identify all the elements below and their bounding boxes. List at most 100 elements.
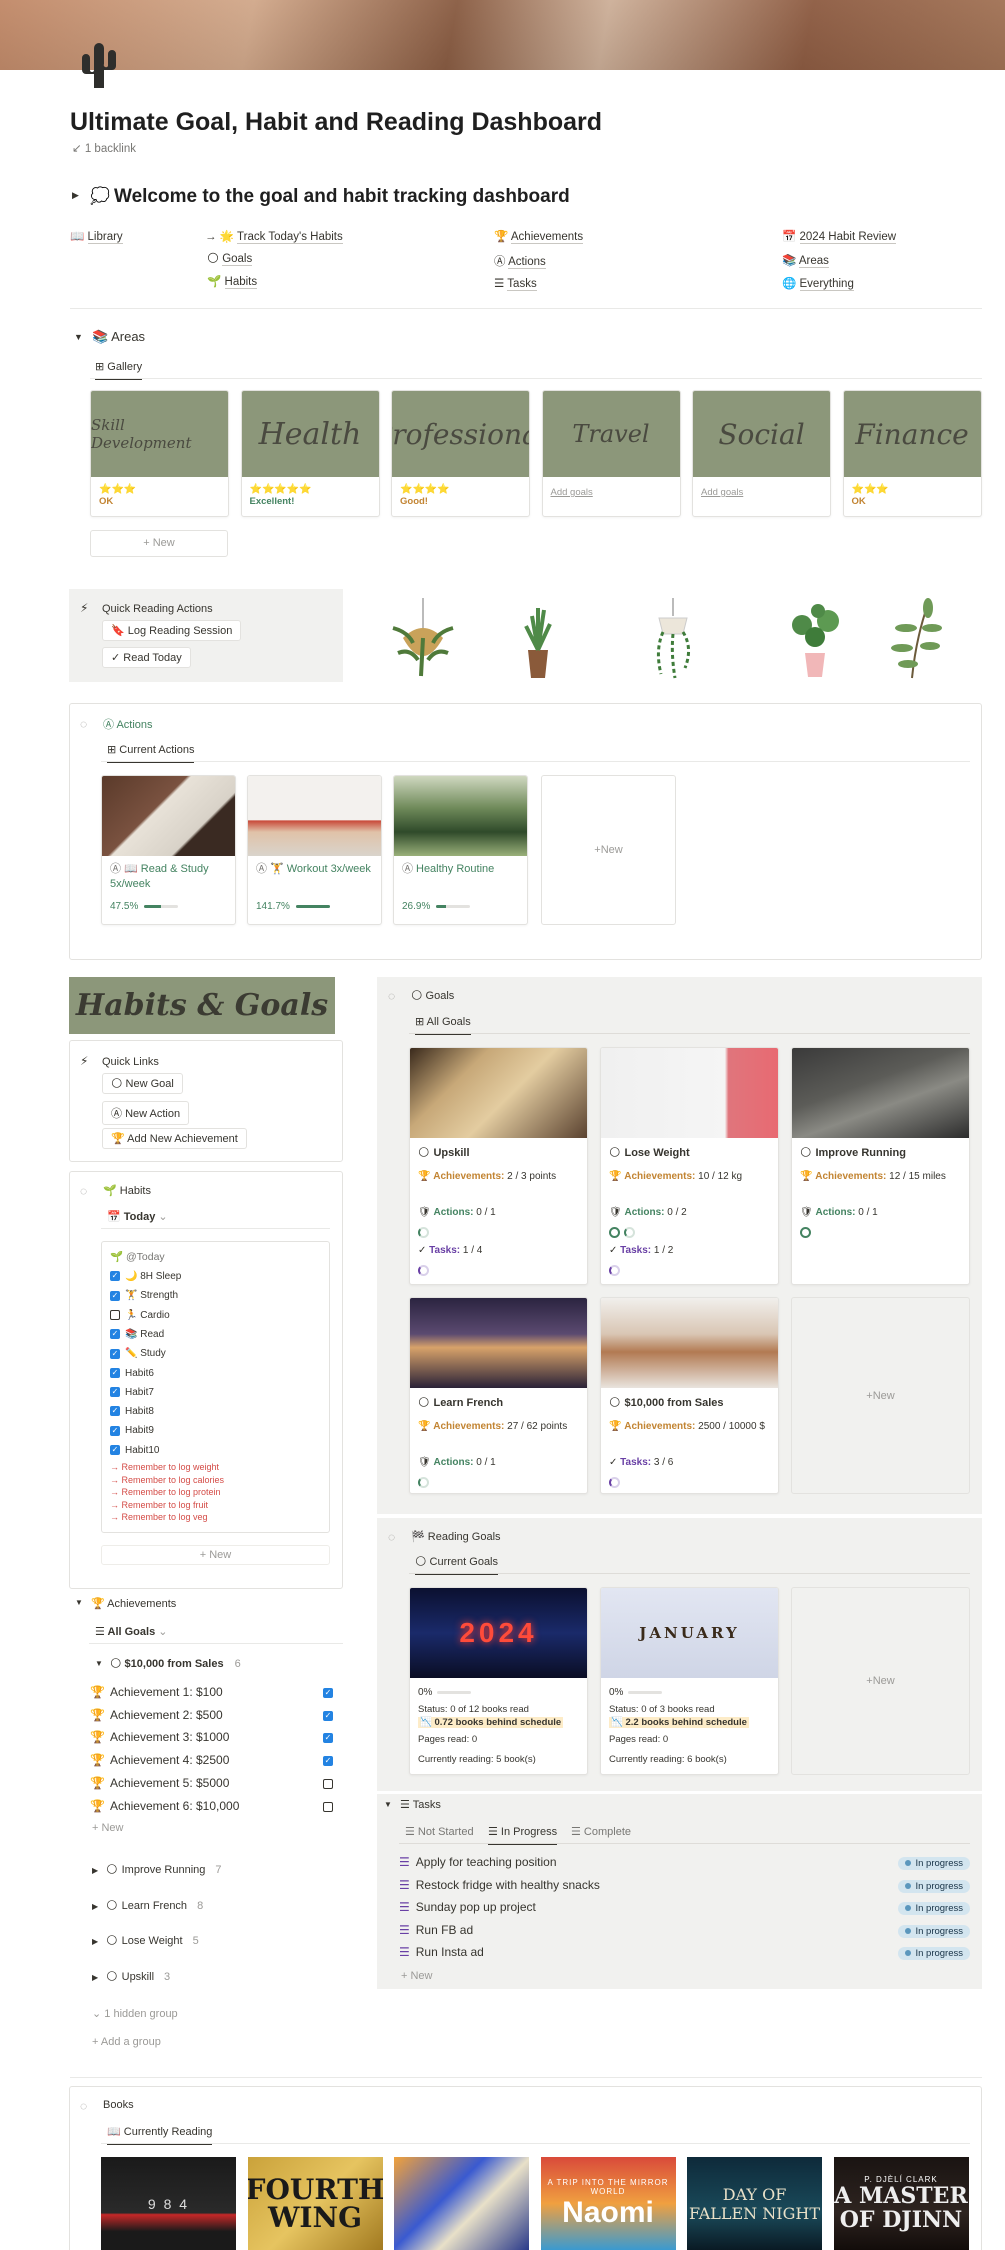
reading-goal-card[interactable]: 2024 0% Status: 0 of 12 books read 📉 0.72 b… xyxy=(409,1587,588,1775)
action-card[interactable]: Ⓐ Healthy Routine 26.9% xyxy=(393,775,528,925)
book-cover[interactable]: 9 8 4 xyxy=(101,2157,236,2250)
habit-item[interactable]: ✓ Habit6 xyxy=(110,1368,154,1379)
area-card[interactable]: Professional ⭐⭐⭐⭐Good! xyxy=(391,390,530,517)
book-cover[interactable]: DAY OF FALLEN NIGHT xyxy=(687,2157,822,2250)
achievement-item[interactable]: 🏆 Achievement 5: $5000 xyxy=(90,1776,338,1790)
book-cover[interactable]: FOURTH WING xyxy=(247,2157,383,2250)
book-cover[interactable] xyxy=(394,2157,529,2250)
area-card[interactable]: Health ⭐⭐⭐⭐⭐ Excellent! xyxy=(240,390,380,517)
action-card[interactable]: Ⓐ 📖 Read & Study 5x/week 47.5% xyxy=(101,775,236,925)
habit-checkbox[interactable]: ✓ xyxy=(110,1271,120,1282)
habit-item[interactable]: ✓ 🌙 8H Sleep xyxy=(110,1271,181,1282)
group-header[interactable]: 🌕 $10,000 from Sales 6 xyxy=(110,1657,241,1670)
new-goal-card[interactable]: + New xyxy=(791,1297,970,1494)
goal-card[interactable]: 🌕 Lose Weight 🏆 Achievements: 10 / 12 kg 🛡 … xyxy=(600,1047,779,1285)
achievement-item[interactable]: 🏆 Achievement 2: $500 ✓ xyxy=(90,1708,338,1722)
new-area-button[interactable]: + New xyxy=(90,530,228,557)
habit-checkbox[interactable]: ✓ xyxy=(110,1406,120,1417)
habit-checkbox[interactable]: ✓ xyxy=(110,1445,120,1456)
tab-complete[interactable]: ☰ Complete xyxy=(571,1825,631,1843)
achievement-checkbox[interactable] xyxy=(323,1778,333,1789)
achievement-checkbox[interactable]: ✓ xyxy=(323,1688,333,1698)
habit-item[interactable]: ✓ ✏️ Study xyxy=(110,1348,166,1359)
group-toggle-icon[interactable]: ▶ xyxy=(92,1866,98,1875)
nav-areas[interactable]: 📚 Areas xyxy=(782,253,829,268)
new-achievement-button[interactable]: + New xyxy=(92,1822,124,1834)
achievement-group[interactable]: ▶ 🌕 Upskill 3 xyxy=(92,1970,170,1983)
achievement-item[interactable]: 🏆 Achievement 6: $10,000 xyxy=(90,1799,338,1813)
nav-library[interactable]: 📖 Library xyxy=(70,229,123,244)
toggle-arrow-icon[interactable]: ▼ xyxy=(75,1598,83,1607)
area-card[interactable]: Finance ⭐⭐⭐ OK xyxy=(842,390,982,517)
toggle-arrow-icon[interactable]: ▶ xyxy=(72,190,79,201)
achievement-item[interactable]: 🏆 Achievement 1: $100 ✓ xyxy=(90,1685,338,1699)
new-task-button[interactable]: + New xyxy=(401,1970,433,1982)
habit-item[interactable]: ✓ Habit9 xyxy=(110,1425,154,1436)
group-toggle-icon[interactable]: ▼ xyxy=(95,1659,103,1668)
tab-currently-reading[interactable]: 📖 Currently Reading xyxy=(107,2125,213,2145)
achievement-checkbox[interactable] xyxy=(323,1801,333,1812)
tab-not-started[interactable]: ☰ Not Started xyxy=(405,1825,474,1843)
add-achievement-button[interactable]: 🏆 Add New Achievement xyxy=(102,1128,247,1149)
nav-actions[interactable]: Ⓐ Actions xyxy=(494,253,546,269)
nav-tasks[interactable]: ☰ Tasks xyxy=(494,276,537,291)
habit-checkbox[interactable]: ✓ xyxy=(110,1290,120,1301)
new-reading-goal-card[interactable]: + New xyxy=(791,1587,970,1775)
read-today-button[interactable]: ✓ Read Today xyxy=(102,647,191,668)
habit-item[interactable]: ✓ 📚 Read xyxy=(110,1329,164,1340)
nav-track-habits[interactable]: → 🌟 Track Today's Habits xyxy=(205,229,343,244)
achievement-item[interactable]: 🏆 Achievement 3: $1000 ✓ xyxy=(90,1730,338,1744)
task-row[interactable]: ☰ Sunday pop up project In progress xyxy=(399,1900,970,1920)
toggle-arrow-icon[interactable]: ▼ xyxy=(384,1800,392,1809)
backlink-link[interactable]: ↙ 1 backlink xyxy=(72,141,136,155)
tab-in-progress[interactable]: ☰ In Progress xyxy=(488,1825,558,1845)
habit-item[interactable]: 🏃 Cardio xyxy=(110,1310,170,1321)
nav-habits[interactable]: 🌱 Habits xyxy=(207,274,258,289)
area-card[interactable]: Skill Development ⭐⭐⭐ OK xyxy=(90,390,229,517)
achievements-view-select[interactable]: ☰ All Goals ⌄ xyxy=(95,1625,167,1638)
habit-checkbox[interactable]: ✓ xyxy=(110,1329,120,1340)
tab-current-actions[interactable]: ⊞ Current Actions xyxy=(107,743,195,763)
book-cover[interactable]: A TRIP INTO THE MIRROR WORLD Naomi xyxy=(540,2157,676,2250)
reading-goal-card[interactable]: JANUARY 0% Status: 0 of 3 books read 📉 2.2 … xyxy=(600,1587,779,1775)
achievement-group[interactable]: ▶ 🌕 Lose Weight 5 xyxy=(92,1934,199,1947)
habit-item[interactable]: ✓ Habit7 xyxy=(110,1387,154,1398)
achievement-checkbox[interactable]: ✓ xyxy=(323,1710,333,1721)
habit-item[interactable]: ✓ Habit10 xyxy=(110,1445,159,1456)
group-toggle-icon[interactable]: ▶ xyxy=(92,1973,98,1982)
nav-achievements[interactable]: 🏆 Achievements xyxy=(494,229,584,244)
task-row[interactable]: ☰ Run Insta ad In progress xyxy=(399,1945,970,1965)
area-card[interactable]: Social Add goals xyxy=(692,390,831,517)
achievement-group[interactable]: ▶ 🌕 Improve Running 7 xyxy=(92,1863,222,1876)
new-goal-button[interactable]: 🌕 New Goal xyxy=(102,1073,183,1094)
habit-checkbox[interactable]: ✓ xyxy=(110,1387,120,1398)
book-cover[interactable]: P. DJÈLÍ CLARK A MASTER OF DJINN xyxy=(833,2157,969,2250)
group-toggle-icon[interactable]: ▶ xyxy=(92,1902,98,1911)
goal-card[interactable]: 🌕 Learn French 🏆 Achievements: 27 / 62 poi… xyxy=(409,1297,588,1494)
habit-checkbox[interactable]: ✓ xyxy=(110,1425,120,1436)
nav-habit-review[interactable]: 📅 2024 Habit Review xyxy=(782,229,897,244)
achievement-checkbox[interactable]: ✓ xyxy=(323,1756,333,1767)
action-card[interactable]: Ⓐ 🏋 Workout 3x/week 141.7% xyxy=(247,775,382,925)
new-action-button[interactable]: Ⓐ New Action xyxy=(102,1101,190,1125)
tab-current-goals[interactable]: 🌕 Current Goals xyxy=(415,1555,499,1575)
habit-item[interactable]: ✓ Habit8 xyxy=(110,1406,154,1417)
goal-card[interactable]: 🌕 Improve Running 🏆 Achievements: 12 / 15 … xyxy=(791,1047,970,1285)
area-card[interactable]: Travel Add goals xyxy=(541,390,681,517)
achievement-group[interactable]: ▶ 🌕 Learn French 8 xyxy=(92,1899,203,1912)
hidden-group-toggle[interactable]: ⌄ 1 hidden group xyxy=(92,2007,178,2020)
toggle-arrow-icon[interactable]: ▼ xyxy=(74,332,83,342)
achievement-item[interactable]: 🏆 Achievement 4: $2500 ✓ xyxy=(90,1753,338,1767)
task-row[interactable]: ☰ Apply for teaching position In progress xyxy=(399,1855,970,1875)
nav-goals[interactable]: 🌕 Goals xyxy=(207,251,253,266)
goal-card[interactable]: 🌕 Upskill 🏆 Achievements: 2 / 3 points 🛡 Ac… xyxy=(409,1047,588,1285)
habit-item[interactable]: ✓ 🏋 Strength xyxy=(110,1290,178,1301)
habit-checkbox[interactable]: ✓ xyxy=(110,1348,120,1359)
achievement-checkbox[interactable]: ✓ xyxy=(323,1733,333,1744)
new-habit-button[interactable]: + New xyxy=(101,1545,330,1565)
goal-card[interactable]: 🌕 $10,000 from Sales 🏆 Achievements: 2500 … xyxy=(600,1297,779,1494)
nav-everything[interactable]: 🌐 Everything xyxy=(782,276,854,291)
group-toggle-icon[interactable]: ▶ xyxy=(92,1937,98,1946)
task-row[interactable]: ☰ Run FB ad In progress xyxy=(399,1923,970,1943)
habit-checkbox[interactable] xyxy=(110,1309,120,1320)
